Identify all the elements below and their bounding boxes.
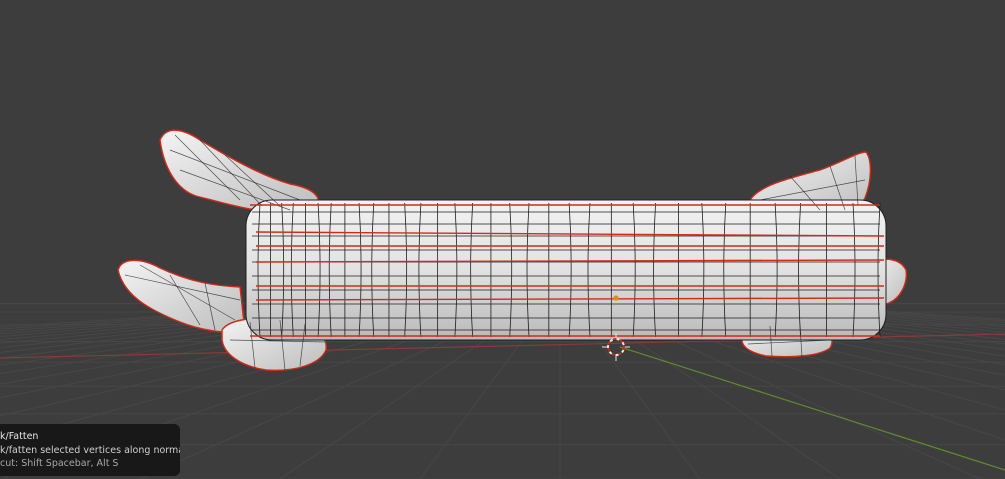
tooltip-title: k/Fatten — [0, 431, 39, 442]
viewport-scene[interactable] — [0, 0, 1005, 479]
object-origin-point[interactable] — [613, 295, 619, 301]
tooltip-shortcut: cut: Shift Spacebar, Alt S — [0, 458, 119, 469]
mesh-object[interactable] — [117, 129, 907, 372]
3d-viewport[interactable]: k/Fatten k/fatten selected vertices alon… — [0, 0, 1005, 479]
operator-tooltip: k/Fatten k/fatten selected vertices alon… — [0, 424, 180, 476]
tooltip-description: k/fatten selected vertices along normals… — [0, 444, 180, 456]
mesh-body[interactable] — [245, 199, 887, 341]
front-left-arm[interactable] — [117, 259, 246, 334]
y-axis-line — [619, 346, 1005, 471]
